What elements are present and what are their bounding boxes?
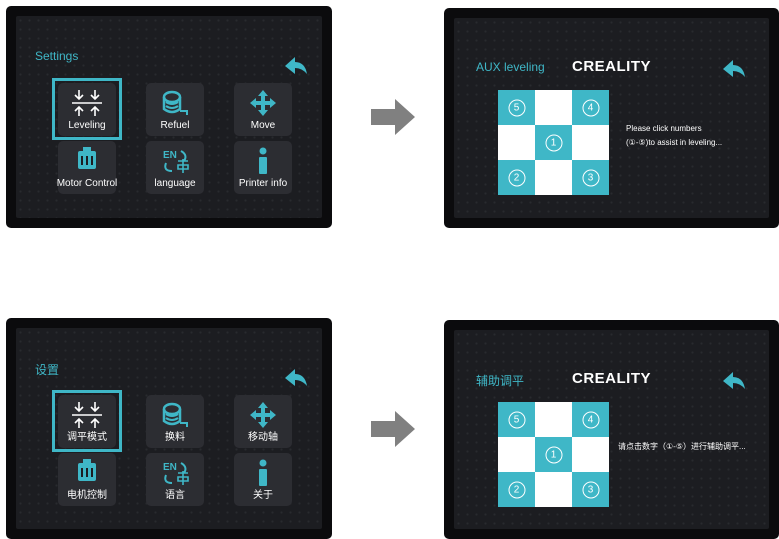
grid-blank — [535, 160, 572, 195]
level-point-3[interactable]: 3 — [572, 472, 609, 507]
tile-label: 换料 — [165, 432, 185, 443]
level-point-2[interactable]: 2 — [498, 160, 535, 195]
grid-blank — [572, 437, 609, 472]
back-arrow-icon[interactable] — [283, 54, 309, 78]
next-arrow-icon — [371, 411, 415, 447]
motor-control-button[interactable]: 电机控制 — [58, 453, 116, 506]
move-cross-icon — [250, 90, 276, 116]
brand-logo: CREALITY — [572, 370, 651, 387]
refuel-button[interactable]: Refuel — [146, 83, 204, 136]
level-point-4[interactable]: 4 — [572, 402, 609, 437]
tile-label: language — [154, 178, 196, 189]
back-arrow-icon[interactable] — [721, 369, 747, 393]
leveling-button[interactable]: 调平模式 — [58, 395, 116, 448]
language-en-icon: EN — [163, 462, 189, 485]
tile-label: Leveling — [68, 120, 106, 131]
svg-text:EN: EN — [163, 150, 177, 161]
tile-label: Refuel — [160, 120, 190, 131]
settings-screen-zh: 设置 调平模式 换料 移动轴 电机控制 EN 语言 关于 — [6, 318, 332, 539]
grid-blank — [498, 125, 535, 160]
screen-panel: AUX leveling CREALITY 5 4 1 2 3 Please c… — [454, 18, 769, 218]
page-title: Settings — [35, 49, 79, 63]
refuel-spool-icon — [162, 402, 188, 427]
back-arrow-icon[interactable] — [721, 57, 747, 81]
tile-label: Move — [250, 120, 276, 131]
leveling-button[interactable]: Leveling — [58, 83, 116, 136]
level-point-5[interactable]: 5 — [498, 402, 535, 437]
refuel-button[interactable]: 换料 — [146, 395, 204, 448]
brand-logo: CREALITY — [572, 58, 651, 75]
tile-label: 电机控制 — [67, 490, 107, 501]
printer-info-button[interactable]: 关于 — [234, 453, 292, 506]
hint-text: Please click numbers (①-⑤)to assist in l… — [626, 124, 723, 147]
level-point-1[interactable]: 1 — [535, 437, 572, 472]
info-icon — [259, 147, 267, 174]
level-point-1[interactable]: 1 — [535, 125, 572, 160]
grid-blank — [535, 472, 572, 507]
motor-icon — [78, 147, 96, 169]
refuel-spool-icon — [162, 90, 188, 115]
level-point-4[interactable]: 4 — [572, 90, 609, 125]
leveling-grid: 5 4 1 2 3 — [498, 90, 609, 195]
hint-text: 请点击数字（①-⑤）进行辅助调平... — [618, 442, 746, 451]
svg-text:EN: EN — [163, 462, 177, 473]
language-en-icon: EN — [163, 150, 189, 173]
grid-blank — [572, 125, 609, 160]
tile-label: 调平模式 — [67, 432, 107, 443]
aux-leveling-screen-zh: 辅助调平 CREALITY 5 4 1 2 3 请点击数字（①-⑤）进行辅助调平… — [444, 320, 779, 539]
screen-panel: 设置 调平模式 换料 移动轴 电机控制 EN 语言 关于 — [16, 328, 322, 529]
leveling-icon — [72, 90, 102, 116]
tile-label: Motor Control — [56, 178, 118, 189]
grid-blank — [498, 437, 535, 472]
motor-control-button[interactable]: Motor Control — [57, 141, 117, 194]
move-button[interactable]: Move — [234, 83, 292, 136]
leveling-grid: 5 4 1 2 3 — [498, 402, 609, 507]
level-point-3[interactable]: 3 — [572, 160, 609, 195]
info-icon — [259, 459, 267, 486]
grid-blank — [535, 402, 572, 437]
tile-label: Printer info — [238, 178, 288, 189]
page-title: 辅助调平 — [476, 374, 525, 388]
level-point-5[interactable]: 5 — [498, 90, 535, 125]
page-title: AUX leveling — [476, 60, 545, 74]
screen-panel: Settings Leveling Refuel Move Motor Cont… — [16, 16, 322, 218]
aux-leveling-screen-en: AUX leveling CREALITY 5 4 1 2 3 Please c… — [444, 8, 779, 228]
settings-screen-en: Settings Leveling Refuel Move Motor Cont… — [6, 6, 332, 228]
move-cross-icon — [250, 402, 276, 428]
next-arrow-icon — [371, 99, 415, 135]
language-button[interactable]: EN language — [146, 141, 204, 194]
screen-panel: 辅助调平 CREALITY 5 4 1 2 3 请点击数字（①-⑤）进行辅助调平… — [454, 330, 769, 529]
tile-label: 关于 — [253, 490, 273, 501]
language-button[interactable]: EN 语言 — [146, 453, 204, 506]
grid-blank — [535, 90, 572, 125]
tile-label: 移动轴 — [248, 432, 278, 443]
motor-icon — [78, 459, 96, 481]
printer-info-button[interactable]: Printer info — [234, 141, 292, 194]
page-title: 设置 — [35, 363, 60, 377]
back-arrow-icon[interactable] — [283, 366, 309, 390]
tile-label: 语言 — [165, 490, 185, 501]
leveling-icon — [72, 402, 102, 428]
level-point-2[interactable]: 2 — [498, 472, 535, 507]
move-button[interactable]: 移动轴 — [234, 395, 292, 448]
